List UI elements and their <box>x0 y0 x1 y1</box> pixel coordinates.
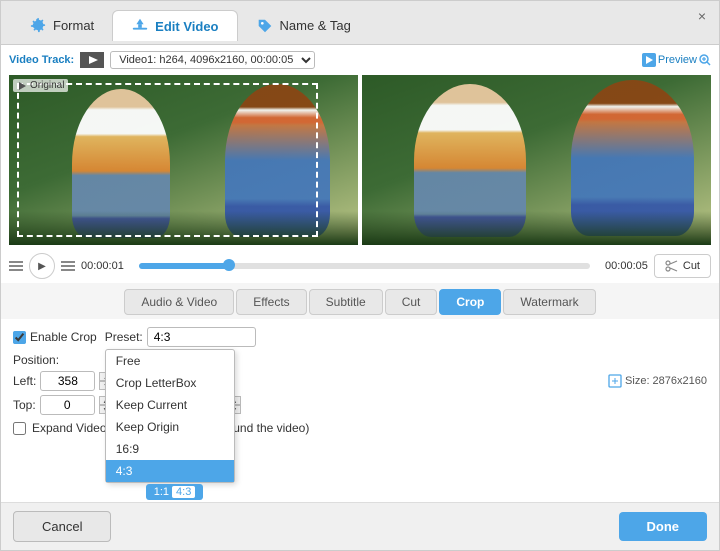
video-thumbnail-icon <box>80 52 104 68</box>
waveform-icon <box>9 261 23 271</box>
preset-dropdown-menu: Free Crop LetterBox Keep Current Keep Or… <box>105 349 235 483</box>
left-label: Left: <box>13 374 36 388</box>
dropdown-item-free[interactable]: Free <box>106 350 234 372</box>
edit-icon <box>131 17 149 35</box>
top-field: Top: ▲ ▼ <box>13 395 113 415</box>
expand-video-checkbox[interactable] <box>13 422 26 435</box>
tab-subtitle[interactable]: Subtitle <box>309 289 383 315</box>
tag-icon <box>256 17 274 35</box>
dropdown-item-16-9[interactable]: 16:9 <box>106 438 234 460</box>
close-button[interactable]: × <box>695 9 709 23</box>
tab-effects[interactable]: Effects <box>236 289 306 315</box>
done-button[interactable]: Done <box>619 512 708 541</box>
left-input[interactable] <box>40 371 95 391</box>
top-input[interactable] <box>40 395 95 415</box>
time-total: 00:00:05 <box>596 260 648 272</box>
dropdown-item-4-3[interactable]: 4:3 <box>106 460 234 482</box>
progress-fill <box>139 263 229 269</box>
tab-crop[interactable]: Crop <box>439 289 501 315</box>
top-label: Top: <box>13 398 36 412</box>
video-track-label: Video Track: <box>9 54 74 66</box>
preset-select[interactable]: 4:3 Free Crop LetterBox Keep Current Kee… <box>147 327 256 347</box>
original-preview: Original <box>9 75 358 245</box>
tab-watermark[interactable]: Watermark <box>503 289 595 315</box>
dropdown-item-keep-current[interactable]: Keep Current <box>106 394 234 416</box>
output-video-frame <box>362 75 711 245</box>
tab-audio-video[interactable]: Audio & Video <box>124 289 234 315</box>
progress-track[interactable] <box>139 263 590 269</box>
bottom-bar: Cancel Done <box>1 502 719 550</box>
position-label: Position: <box>13 353 59 367</box>
tab-cut[interactable]: Cut <box>385 289 438 315</box>
preview-icon <box>642 53 656 67</box>
tab-format-label: Format <box>53 18 94 33</box>
zoom-icon <box>699 54 711 66</box>
dropdown-tooltip: 1:1 4:3 <box>146 484 204 500</box>
crop-overlay <box>17 83 318 237</box>
cut-button[interactable]: Cut <box>654 254 711 278</box>
video-track-bar: Video Track: Video1: h264, 4096x2160, 00… <box>9 49 711 71</box>
enable-crop-checkbox[interactable] <box>13 331 26 344</box>
waveform2-icon <box>61 261 75 271</box>
dropdown-item-keep-origin[interactable]: Keep Origin <box>106 416 234 438</box>
playback-bar: ▶ 00:00:01 00:00:05 Cut <box>1 249 719 283</box>
video-previews: Original <box>9 75 711 245</box>
video-track-select[interactable]: Video1: h264, 4096x2160, 00:00:05 <box>110 51 315 69</box>
tab-name-tag[interactable]: Name & Tag <box>238 11 369 41</box>
play-small-icon <box>17 81 27 91</box>
tab-name-tag-label: Name & Tag <box>280 18 351 33</box>
resize-icon <box>608 374 622 388</box>
dropdown-item-crop-letterbox[interactable]: Crop LetterBox <box>106 372 234 394</box>
left-field: Left: ▲ ▼ <box>13 371 113 391</box>
time-current: 00:00:01 <box>81 260 133 272</box>
main-window: Format Edit Video Name & Tag × Video Tra… <box>0 0 720 551</box>
preset-section: Preset: 4:3 Free Crop LetterBox Keep Cur… <box>105 327 256 347</box>
play-button[interactable]: ▶ <box>29 253 55 279</box>
edit-tabs: Audio & Video Effects Subtitle Cut Crop … <box>1 283 719 319</box>
progress-thumb[interactable] <box>223 259 235 271</box>
video-section: Video Track: Video1: h264, 4096x2160, 00… <box>1 45 719 249</box>
enable-crop-checkbox-label[interactable]: Enable Crop <box>13 330 97 344</box>
scissors-icon <box>665 259 679 273</box>
preview-label: Preview <box>642 53 711 67</box>
cancel-button[interactable]: Cancel <box>13 511 111 542</box>
tab-edit-video-label: Edit Video <box>155 19 218 34</box>
crop-options-row: Enable Crop Preset: 4:3 Free Crop Letter… <box>13 327 707 347</box>
tab-format[interactable]: Format <box>11 11 112 41</box>
size-label: Size: 2876x2160 <box>608 374 707 388</box>
output-preview <box>362 75 711 245</box>
gear-icon <box>29 17 47 35</box>
original-label: Original <box>13 79 68 92</box>
tab-edit-video[interactable]: Edit Video <box>112 10 237 41</box>
crop-panel: Enable Crop Preset: 4:3 Free Crop Letter… <box>1 319 719 502</box>
tab-bar: Format Edit Video Name & Tag × <box>1 1 719 45</box>
